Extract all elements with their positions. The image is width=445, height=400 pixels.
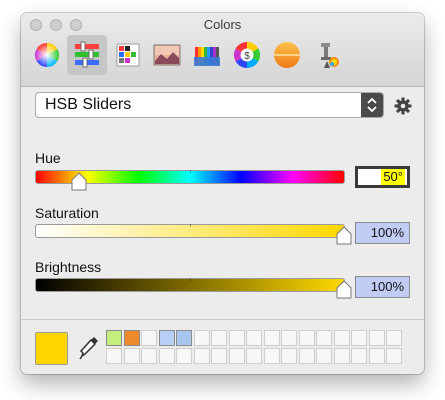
- color-swatch[interactable]: [299, 330, 315, 346]
- crayon-circle-icon: [274, 42, 300, 68]
- hue-label: Hue: [35, 150, 61, 166]
- titlebar: Colors $: [21, 13, 424, 87]
- hue-value-field[interactable]: 50°: [355, 166, 410, 188]
- color-swatch[interactable]: [386, 330, 402, 346]
- colors-window: Colors $ HSB Sliders Hue 50° Saturation …: [21, 13, 424, 374]
- color-swatch[interactable]: [316, 330, 332, 346]
- color-swatch[interactable]: [316, 348, 332, 364]
- window-title: Colors: [203, 17, 242, 32]
- color-swatch[interactable]: [106, 348, 122, 364]
- gear-icon[interactable]: [394, 97, 412, 115]
- mode-popup[interactable]: HSB Sliders: [35, 92, 384, 118]
- color-swatch[interactable]: [124, 330, 140, 346]
- color-swatch[interactable]: [176, 330, 192, 346]
- color-swatch[interactable]: [194, 348, 210, 364]
- saturation-value-field[interactable]: 100%: [355, 222, 410, 244]
- color-swatch[interactable]: [334, 330, 350, 346]
- saturation-label: Saturation: [35, 205, 99, 221]
- eyedropper-icon[interactable]: [77, 334, 101, 362]
- color-sliders-icon: [75, 41, 99, 68]
- chevron-updown-icon: [367, 97, 377, 113]
- bottom-bar: [21, 319, 424, 374]
- color-palettes-icon: [116, 43, 140, 67]
- color-swatch[interactable]: [211, 348, 227, 364]
- slider-tick: [190, 278, 191, 281]
- tool-paint[interactable]: [307, 35, 347, 75]
- color-swatch[interactable]: [159, 330, 175, 346]
- brightness-slider-knob[interactable]: [336, 280, 352, 300]
- current-color-well[interactable]: [35, 332, 68, 365]
- saturation-slider[interactable]: [35, 224, 352, 245]
- color-swatch[interactable]: [141, 330, 157, 346]
- paint-tool-icon: [321, 43, 339, 68]
- color-swatch[interactable]: [334, 348, 350, 364]
- color-swatch[interactable]: [369, 348, 385, 364]
- hue-value-selected: 50°: [381, 169, 405, 185]
- brightness-slider[interactable]: [35, 278, 352, 299]
- color-swatch[interactable]: [264, 348, 280, 364]
- spectrum-icon: $: [233, 41, 261, 69]
- content: HSB Sliders Hue 50° Saturation 100% Brig…: [21, 88, 424, 374]
- saturation-slider-knob[interactable]: [336, 226, 352, 246]
- color-swatch[interactable]: [281, 330, 297, 346]
- color-swatch[interactable]: [211, 330, 227, 346]
- brightness-value-field[interactable]: 100%: [355, 276, 410, 298]
- tool-spectrum[interactable]: $: [227, 35, 267, 75]
- swatch-grid: [106, 330, 404, 364]
- popup-stepper[interactable]: [361, 93, 383, 117]
- color-swatch[interactable]: [299, 348, 315, 364]
- color-swatch[interactable]: [369, 330, 385, 346]
- image-palettes-icon: [153, 44, 181, 66]
- color-wheel-icon: [34, 42, 60, 67]
- pencils-icon: [194, 47, 220, 66]
- tool-pencils[interactable]: [187, 35, 227, 75]
- color-swatch[interactable]: [351, 348, 367, 364]
- color-swatch[interactable]: [141, 348, 157, 364]
- mode-popup-value: HSB Sliders: [45, 96, 132, 113]
- color-swatch[interactable]: [351, 330, 367, 346]
- hue-slider-knob[interactable]: [71, 172, 87, 192]
- slider-tick: [190, 170, 191, 173]
- brightness-label: Brightness: [35, 259, 102, 275]
- tool-image-palettes[interactable]: [147, 35, 187, 75]
- color-swatch[interactable]: [194, 330, 210, 346]
- color-swatch[interactable]: [176, 348, 192, 364]
- hue-slider[interactable]: [35, 170, 345, 191]
- color-swatch[interactable]: [159, 348, 175, 364]
- color-swatch[interactable]: [124, 348, 140, 364]
- color-swatch[interactable]: [229, 348, 245, 364]
- svg-text:$: $: [244, 51, 250, 62]
- color-swatch[interactable]: [229, 330, 245, 346]
- color-swatch[interactable]: [264, 330, 280, 346]
- tool-crayons[interactable]: [267, 35, 307, 75]
- tool-color-sliders[interactable]: [67, 35, 107, 75]
- slider-tick: [190, 224, 191, 227]
- color-swatch[interactable]: [106, 330, 122, 346]
- color-swatch[interactable]: [386, 348, 402, 364]
- tool-color-wheel[interactable]: [27, 35, 67, 75]
- tool-color-palettes[interactable]: [107, 35, 147, 75]
- color-swatch[interactable]: [281, 348, 297, 364]
- color-swatch[interactable]: [246, 348, 262, 364]
- color-swatch[interactable]: [246, 330, 262, 346]
